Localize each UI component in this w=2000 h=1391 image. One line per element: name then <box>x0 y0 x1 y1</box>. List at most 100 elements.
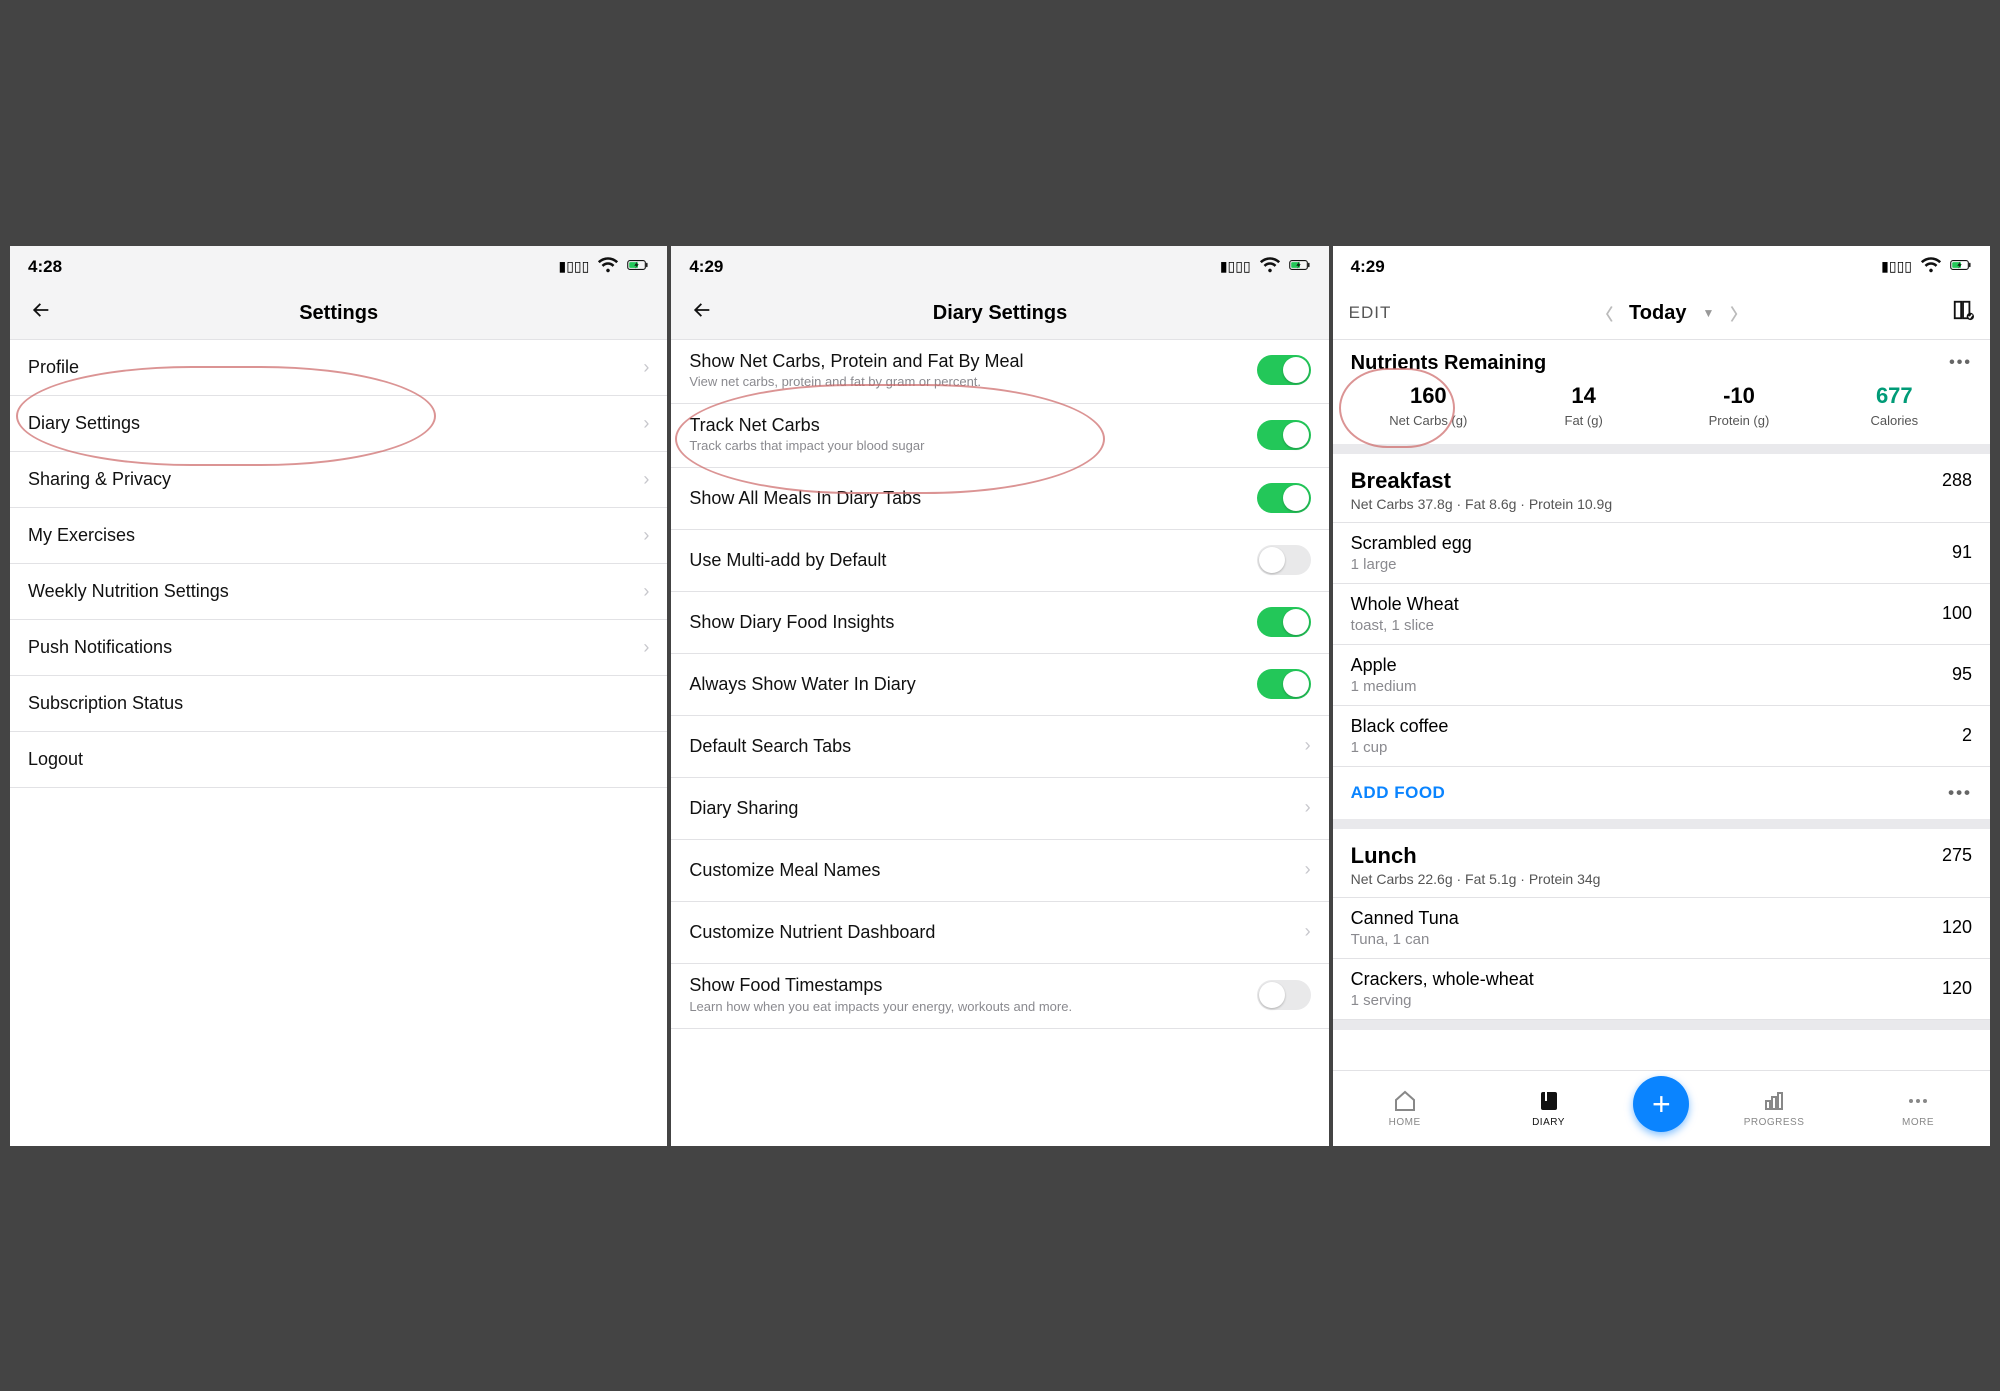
settings-row[interactable]: Profile› <box>10 340 667 396</box>
nav-header: Diary Settings <box>671 288 1328 340</box>
screen-diary: 4:29 ▮▯▯▯ EDIT 〈 Today ▼ 〉 Nu <box>1333 246 1990 1146</box>
settings-row[interactable]: Use Multi-add by Default <box>671 530 1328 592</box>
food-calories: 2 <box>1962 725 1972 746</box>
settings-row[interactable]: Sharing & Privacy › <box>10 452 667 508</box>
meal-header[interactable]: Lunch275Net Carbs 22.6g · Fat 5.1g · Pro… <box>1333 829 1990 898</box>
settings-row[interactable]: Diary Settings› <box>10 396 667 452</box>
tab-progress[interactable]: PROGRESS <box>1715 1089 1833 1128</box>
chevron-right-icon[interactable]: 〉 <box>1730 301 1746 325</box>
add-fab[interactable]: + <box>1633 1076 1689 1132</box>
chevron-right-icon: › <box>1305 859 1311 880</box>
tab-diary[interactable]: DIARY <box>1489 1089 1607 1128</box>
food-row[interactable]: Whole Wheattoast, 1 slice100 <box>1333 584 1990 645</box>
nutrition-icon[interactable] <box>1952 299 1974 327</box>
toggle[interactable] <box>1257 420 1311 450</box>
row-label: Default Search Tabs <box>689 735 1292 758</box>
chevron-right-icon: › <box>1305 735 1311 756</box>
nutrients-title: Nutrients Remaining <box>1351 352 1547 375</box>
page-title: Diary Settings <box>671 302 1328 325</box>
meal-name: Lunch <box>1351 843 1417 869</box>
clock-time: 4:29 <box>1351 257 1385 277</box>
settings-row[interactable]: My Exercises› <box>10 508 667 564</box>
nutrient-label: Fat (g) <box>1506 413 1661 428</box>
cell-signal-icon: ▮▯▯▯ <box>1881 258 1912 275</box>
row-label: Customize Meal Names <box>689 859 1292 882</box>
wifi-icon <box>597 254 619 279</box>
toggle[interactable] <box>1257 545 1311 575</box>
nutrient-value: 677 <box>1817 383 1972 409</box>
chevron-right-icon: › <box>643 413 649 434</box>
nutrient-value: 14 <box>1506 383 1661 409</box>
settings-row[interactable]: Show Net Carbs, Protein and Fat By MealV… <box>671 340 1328 404</box>
diary-header: EDIT 〈 Today ▼ 〉 <box>1333 288 1990 340</box>
food-row[interactable]: Black coffee1 cup2 <box>1333 706 1990 767</box>
dropdown-caret-icon[interactable]: ▼ <box>1702 306 1714 320</box>
back-button[interactable] <box>687 299 717 328</box>
book-icon <box>1537 1089 1561 1113</box>
tab-label: HOME <box>1389 1117 1421 1128</box>
food-name: Black coffee <box>1351 716 1449 737</box>
toggle[interactable] <box>1257 669 1311 699</box>
tab-home[interactable]: HOME <box>1345 1089 1463 1128</box>
nutrients-remaining: Nutrients Remaining ••• 160Net Carbs (g)… <box>1333 340 1990 454</box>
chevron-right-icon: › <box>643 469 649 490</box>
bars-icon <box>1762 1089 1786 1113</box>
toggle[interactable] <box>1257 980 1311 1010</box>
settings-row[interactable]: Default Search Tabs › <box>671 716 1328 778</box>
settings-row[interactable]: Customize Meal Names › <box>671 840 1328 902</box>
meal-macros: Net Carbs 37.8g · Fat 8.6g · Protein 10.… <box>1351 496 1972 512</box>
settings-row[interactable]: Push Notifications› <box>10 620 667 676</box>
food-calories: 120 <box>1942 978 1972 999</box>
meal-header[interactable]: Breakfast288Net Carbs 37.8g · Fat 8.6g ·… <box>1333 454 1990 523</box>
settings-row[interactable]: Diary Sharing› <box>671 778 1328 840</box>
settings-row[interactable]: Weekly Nutrition Settings› <box>10 564 667 620</box>
food-serving: 1 large <box>1351 556 1472 573</box>
toggle[interactable] <box>1257 607 1311 637</box>
edit-button[interactable]: EDIT <box>1349 303 1392 323</box>
food-name: Scrambled egg <box>1351 533 1472 554</box>
toggle[interactable] <box>1257 355 1311 385</box>
wifi-icon <box>1920 254 1942 279</box>
triptych: 4:28 ▮▯▯▯ Settings Profile›Diary Setting… <box>10 246 1990 1146</box>
chevron-left-icon[interactable]: 〈 <box>1597 301 1613 325</box>
row-label: My Exercises <box>28 525 135 546</box>
food-calories: 91 <box>1952 542 1972 563</box>
more-icon[interactable]: ••• <box>1949 354 1972 372</box>
more-icon[interactable]: ••• <box>1948 783 1972 803</box>
settings-row[interactable]: Customize Nutrient Dashboard› <box>671 902 1328 964</box>
settings-row[interactable]: Always Show Water In Diary <box>671 654 1328 716</box>
settings-row[interactable]: Show All Meals In Diary Tabs <box>671 468 1328 530</box>
cell-signal-icon: ▮▯▯▯ <box>1220 258 1251 275</box>
settings-row[interactable]: Logout <box>10 732 667 788</box>
settings-row[interactable]: Subscription Status <box>10 676 667 732</box>
date-picker[interactable]: 〈 Today ▼ 〉 <box>1409 301 1934 325</box>
row-label: Sharing & Privacy <box>28 469 171 490</box>
row-subtitle: Learn how when you eat impacts your ener… <box>689 999 1244 1016</box>
row-label: Profile <box>28 357 79 378</box>
row-label: Show Net Carbs, Protein and Fat By Meal <box>689 350 1244 373</box>
food-row[interactable]: Scrambled egg 1 large 91 <box>1333 523 1990 584</box>
date-label: Today <box>1629 302 1686 325</box>
nutrient-value: -10 <box>1661 383 1816 409</box>
nutrient-label: Calories <box>1817 413 1972 428</box>
food-row[interactable]: Crackers, whole-wheat1 serving120 <box>1333 959 1990 1020</box>
food-row[interactable]: Apple1 medium95 <box>1333 645 1990 706</box>
back-button[interactable] <box>26 299 56 328</box>
row-label: Track Net Carbs <box>689 414 1244 437</box>
row-label: Always Show Water In Diary <box>689 673 1244 696</box>
row-label: Push Notifications <box>28 637 172 658</box>
food-calories: 120 <box>1942 917 1972 938</box>
toggle[interactable] <box>1257 483 1311 513</box>
food-name: Canned Tuna <box>1351 908 1459 929</box>
add-food-button[interactable]: ADD FOOD••• <box>1333 767 1990 819</box>
nutrient-cell: 14 Fat (g) <box>1506 383 1661 428</box>
settings-row[interactable]: Track Net CarbsTrack carbs that impact y… <box>671 404 1328 468</box>
nutrient-label: Net Carbs (g) <box>1351 413 1506 428</box>
battery-icon <box>627 254 649 279</box>
chevron-right-icon: › <box>643 581 649 602</box>
food-row[interactable]: Canned Tuna Tuna, 1 can 120 <box>1333 898 1990 959</box>
settings-row[interactable]: Show Diary Food Insights <box>671 592 1328 654</box>
food-serving: Tuna, 1 can <box>1351 931 1459 948</box>
tab-more[interactable]: MORE <box>1859 1089 1977 1128</box>
settings-row[interactable]: Show Food TimestampsLearn how when you e… <box>671 964 1328 1028</box>
